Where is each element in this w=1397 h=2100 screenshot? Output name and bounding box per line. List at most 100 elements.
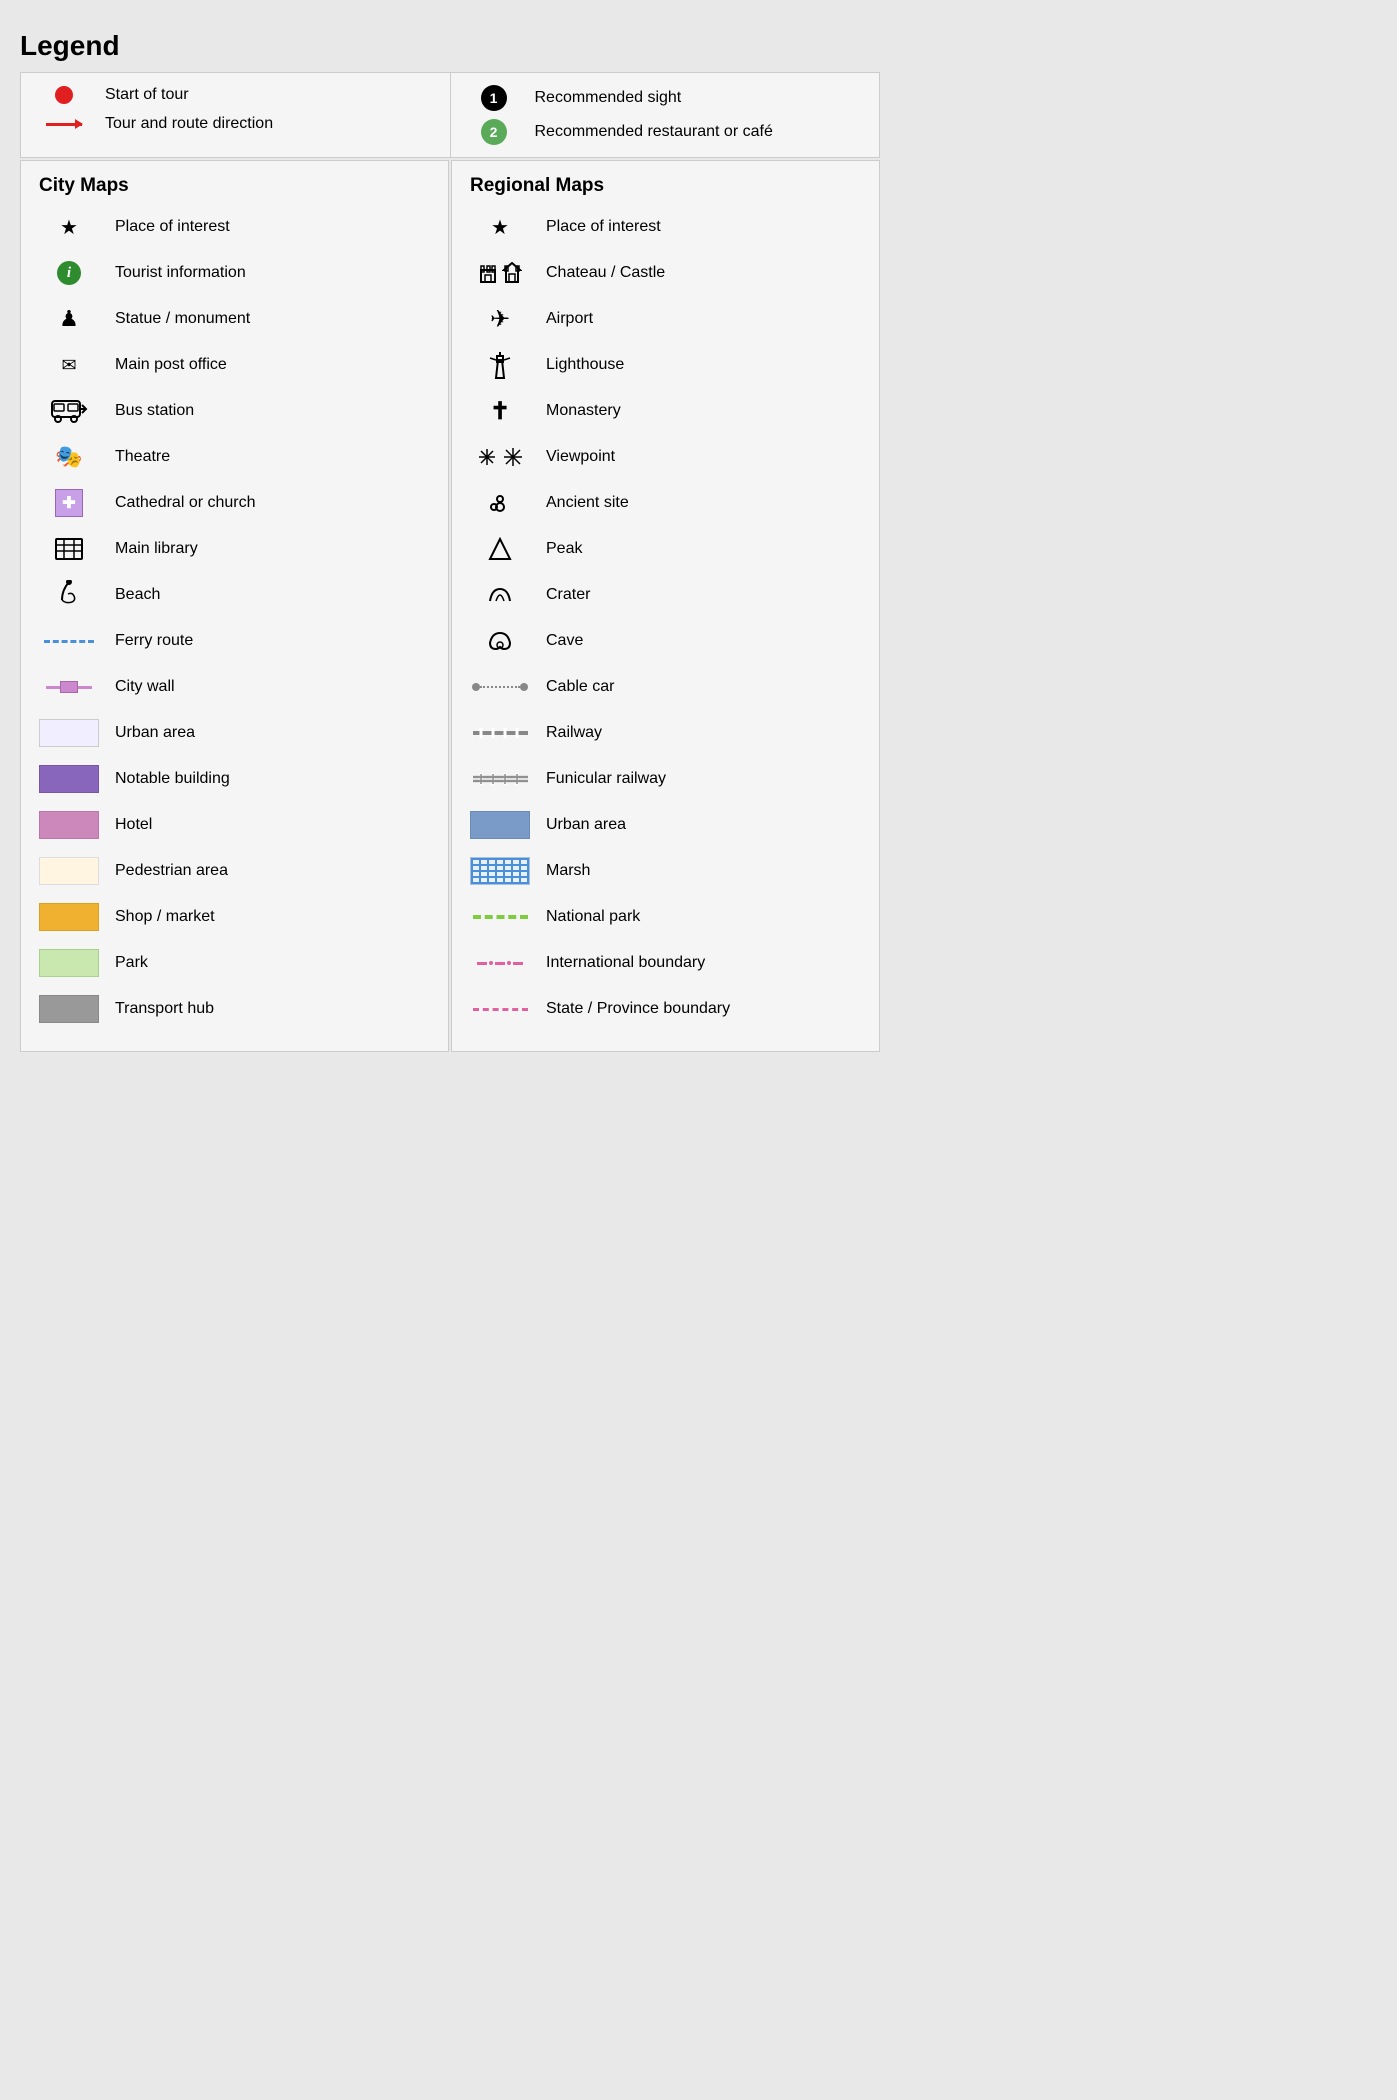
start-of-tour-row: Start of tour xyxy=(39,85,432,106)
castle-row: Chateau / Castle xyxy=(470,255,861,291)
intl-boundary-row: International boundary xyxy=(470,945,861,981)
place-interest-city-icon: ★ xyxy=(39,215,99,240)
notable-building-label: Notable building xyxy=(115,769,430,790)
ferry-route-label: Ferry route xyxy=(115,631,430,652)
top-left: Start of tour Tour and route direction xyxy=(21,73,451,157)
theatre-label: Theatre xyxy=(115,447,430,468)
bus-station-row: Bus station xyxy=(39,393,430,429)
urban-area-city-icon xyxy=(39,719,99,747)
statue-label: Statue / monument xyxy=(115,309,430,330)
post-office-label: Main post office xyxy=(115,355,430,376)
intl-boundary-icon xyxy=(470,961,530,965)
recommended-sight-icon: 1 xyxy=(469,85,519,111)
pedestrian-row: Pedestrian area xyxy=(39,853,430,889)
recommended-restaurant-label: Recommended restaurant or café xyxy=(535,122,862,143)
tourist-info-label: Tourist information xyxy=(115,263,430,284)
park-label: Park xyxy=(115,953,430,974)
legend-container: Legend Start of tour Tour and route dire… xyxy=(20,20,880,1062)
cable-car-label: Cable car xyxy=(546,677,861,698)
pedestrian-label: Pedestrian area xyxy=(115,861,430,882)
city-wall-label: City wall xyxy=(115,677,430,698)
cave-label: Cave xyxy=(546,631,861,652)
monastery-label: Monastery xyxy=(546,401,861,422)
castle-icon xyxy=(470,262,530,284)
marsh-label: Marsh xyxy=(546,861,861,882)
railway-row: Railway xyxy=(470,715,861,751)
start-tour-icon xyxy=(39,86,89,104)
natpark-row: National park xyxy=(470,899,861,935)
ancient-site-row: Ancient site xyxy=(470,485,861,521)
place-of-interest-row: ★ Place of interest xyxy=(39,209,430,245)
castle-label: Chateau / Castle xyxy=(546,263,861,284)
library-icon xyxy=(39,537,99,561)
post-office-icon: ✉ xyxy=(39,355,99,376)
shop-row: Shop / market xyxy=(39,899,430,935)
peak-icon xyxy=(470,537,530,561)
recommended-restaurant-row: 2 Recommended restaurant or café xyxy=(469,119,862,145)
natpark-label: National park xyxy=(546,907,861,928)
place-interest-reg-icon: ★ xyxy=(470,215,530,240)
notable-building-icon xyxy=(39,765,99,793)
cave-row: Cave xyxy=(470,623,861,659)
start-tour-label: Start of tour xyxy=(105,85,432,106)
park-row: Park xyxy=(39,945,430,981)
ferry-route-icon xyxy=(39,640,99,643)
peak-row: Peak xyxy=(470,531,861,567)
recommended-sight-row: 1 Recommended sight xyxy=(469,85,862,111)
airport-row: ✈ Airport xyxy=(470,301,861,337)
funicular-label: Funicular railway xyxy=(546,769,861,790)
statue-icon: ♟ xyxy=(39,306,99,332)
hotel-row: Hotel xyxy=(39,807,430,843)
peak-label: Peak xyxy=(546,539,861,560)
cave-icon xyxy=(470,629,530,653)
state-boundary-label: State / Province boundary xyxy=(546,999,861,1020)
hotel-label: Hotel xyxy=(115,815,430,836)
funicular-row: Funicular railway xyxy=(470,761,861,797)
airport-label: Airport xyxy=(546,309,861,330)
place-interest-city-label: Place of interest xyxy=(115,217,430,238)
library-label: Main library xyxy=(115,539,430,560)
route-direction-label: Tour and route direction xyxy=(105,114,432,135)
beach-icon xyxy=(39,580,99,610)
place-interest-reg-row: ★ Place of interest xyxy=(470,209,861,245)
city-maps-col: City Maps ★ Place of interest i Tourist … xyxy=(20,160,449,1052)
city-wall-icon xyxy=(39,681,99,693)
urban-area-city-row: Urban area xyxy=(39,715,430,751)
railway-icon xyxy=(470,726,530,740)
beach-label: Beach xyxy=(115,585,430,606)
place-interest-reg-label: Place of interest xyxy=(546,217,861,238)
legend-title: Legend xyxy=(20,30,880,62)
urban-area-reg-row: Urban area xyxy=(470,807,861,843)
viewpoint-icon xyxy=(470,447,530,467)
top-right: 1 Recommended sight 2 Recommended restau… xyxy=(451,73,880,157)
cathedral-icon: ✚ xyxy=(39,489,99,517)
state-boundary-icon xyxy=(470,1008,530,1011)
airport-icon: ✈ xyxy=(470,305,530,334)
shop-label: Shop / market xyxy=(115,907,430,928)
theatre-icon: 🎭 xyxy=(39,444,99,470)
recommended-restaurant-icon: 2 xyxy=(469,119,519,145)
state-boundary-row: State / Province boundary xyxy=(470,991,861,1027)
city-maps-title: City Maps xyxy=(39,175,430,197)
route-direction-row: Tour and route direction xyxy=(39,114,432,135)
viewpoint-row: Viewpoint xyxy=(470,439,861,475)
hotel-icon xyxy=(39,811,99,839)
transport-hub-icon xyxy=(39,995,99,1023)
cathedral-label: Cathedral or church xyxy=(115,493,430,514)
marsh-row: Marsh xyxy=(470,853,861,889)
ancient-site-label: Ancient site xyxy=(546,493,861,514)
tourist-info-icon: i xyxy=(39,261,99,285)
tourist-info-row: i Tourist information xyxy=(39,255,430,291)
statue-row: ♟ Statue / monument xyxy=(39,301,430,337)
marsh-icon xyxy=(470,857,530,885)
ferry-route-row: Ferry route xyxy=(39,623,430,659)
shop-icon xyxy=(39,903,99,931)
post-office-row: ✉ Main post office xyxy=(39,347,430,383)
ancient-site-icon xyxy=(470,491,530,515)
top-section: Start of tour Tour and route direction 1… xyxy=(20,72,880,158)
regional-maps-title: Regional Maps xyxy=(470,175,861,197)
lighthouse-label: Lighthouse xyxy=(546,355,861,376)
route-direction-icon xyxy=(39,123,89,126)
pedestrian-icon xyxy=(39,857,99,885)
city-wall-row: City wall xyxy=(39,669,430,705)
